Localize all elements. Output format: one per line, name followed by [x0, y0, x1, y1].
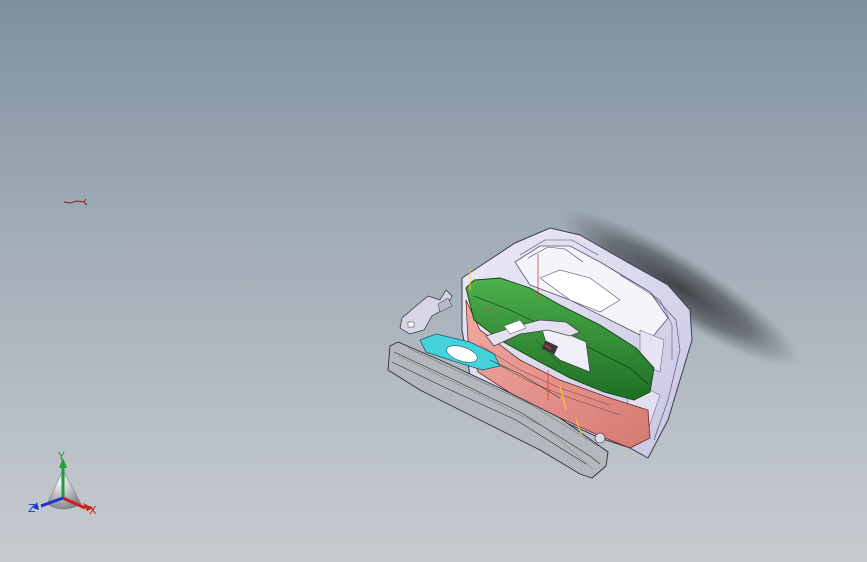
- x-axis-label: X: [89, 504, 97, 517]
- model-view[interactable]: [0, 0, 867, 562]
- graphics-viewport[interactable]: Y Z X: [0, 0, 867, 562]
- y-axis-label: Y: [58, 450, 65, 463]
- mounting-brackets[interactable]: [399, 289, 453, 335]
- z-axis-label: Z: [28, 502, 36, 515]
- axis-triad[interactable]: Y Z X: [25, 448, 105, 520]
